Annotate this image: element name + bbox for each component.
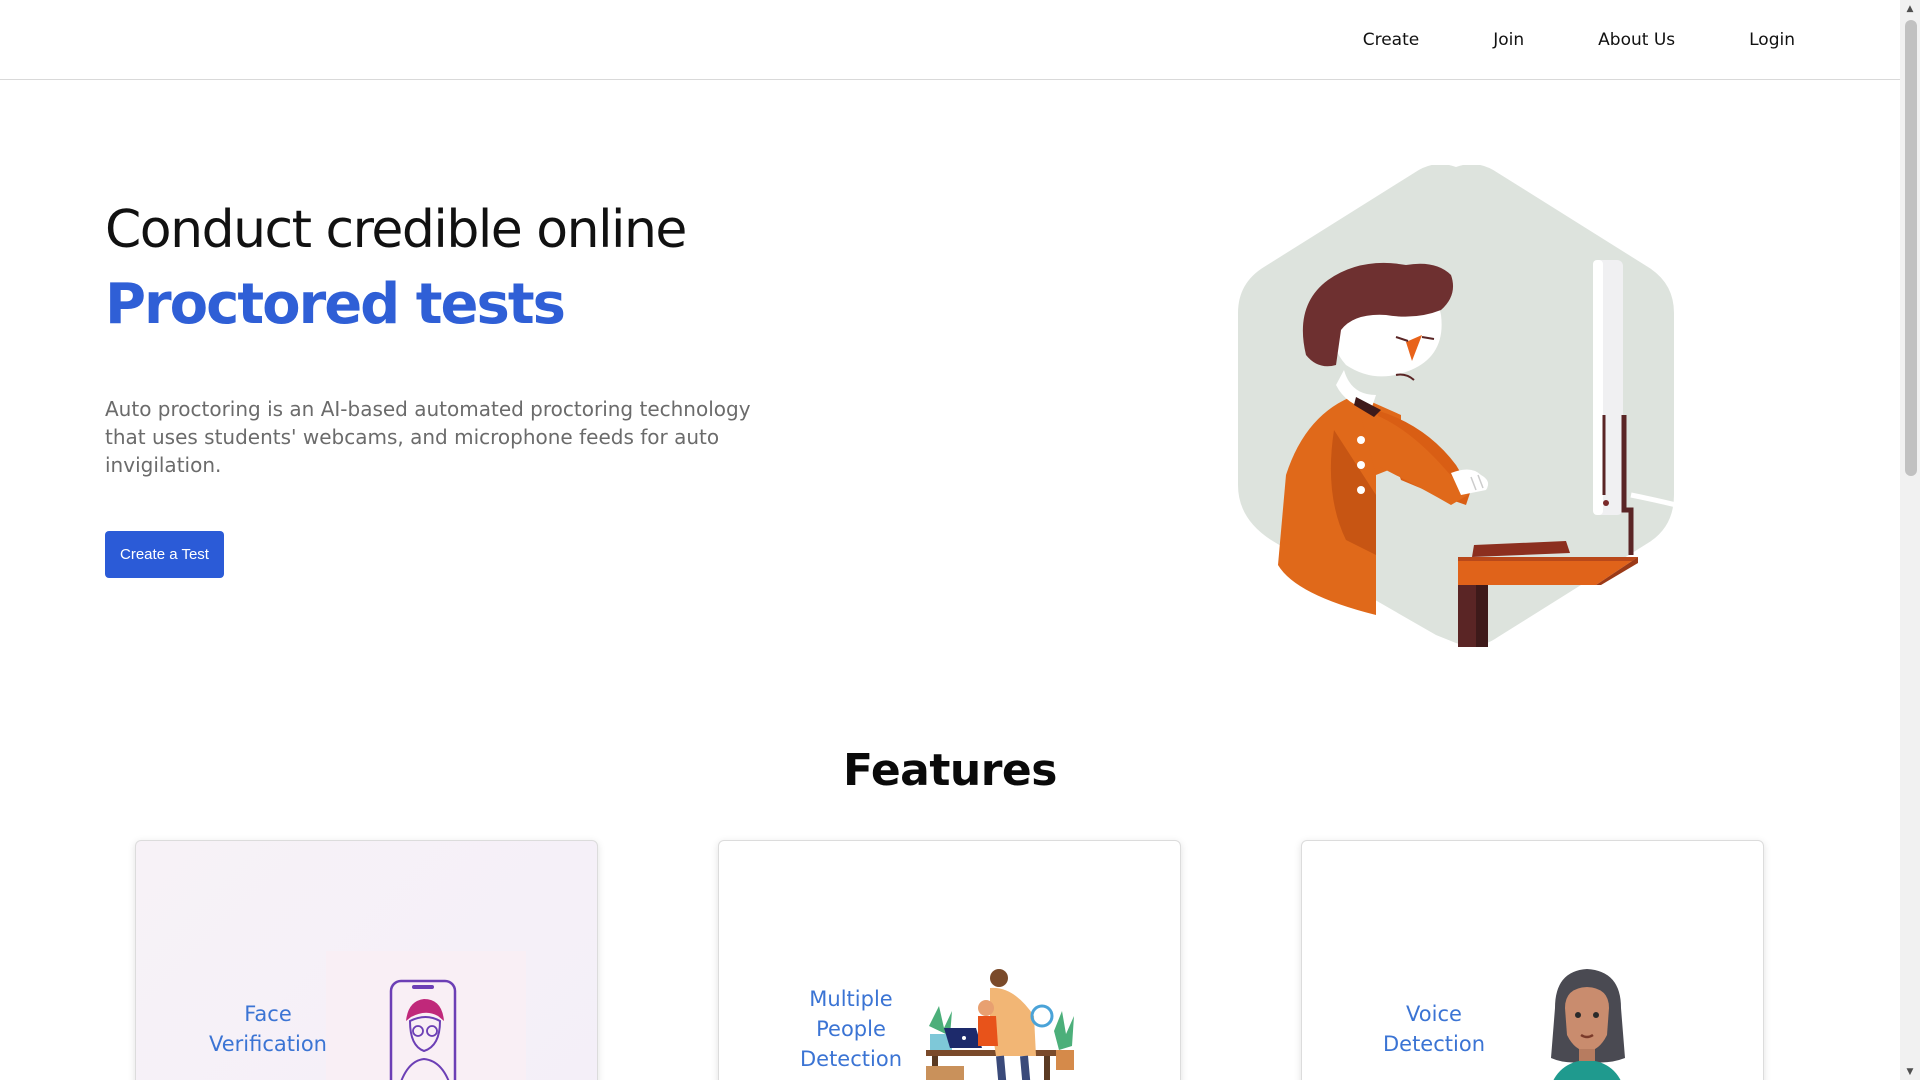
navbar: Create Join About Us Login: [0, 0, 1900, 80]
nav-links: Create Join About Us Login: [1289, 0, 1795, 80]
feature-card-voice-detection[interactable]: Voice Detection: [1301, 840, 1764, 1080]
card-label-line: Detection: [1382, 1032, 1486, 1056]
card-label-line: Voice: [1406, 1002, 1462, 1026]
multiple-people-illustration: [926, 969, 1074, 1080]
feature-card-label: Face Verification: [198, 999, 338, 1059]
nav-link-about-us[interactable]: About Us: [1598, 30, 1675, 50]
face-verification-illustration: [326, 951, 526, 1080]
card-label-line: Detection: [799, 1047, 903, 1071]
scroll-thumb[interactable]: [1905, 20, 1917, 476]
nav-link-login[interactable]: Login: [1749, 30, 1795, 50]
desk: [926, 1050, 1056, 1056]
vertical-scrollbar[interactable]: ▲ ▼: [1900, 0, 1920, 1080]
feature-card-label: Voice Detection: [1364, 999, 1504, 1059]
desk: [1458, 557, 1638, 585]
card-label-line: People: [816, 1017, 886, 1041]
feature-card-label: Multiple People Detection: [781, 984, 921, 1074]
card-label-line: Face: [244, 1002, 292, 1026]
card-label-line: Verification: [209, 1032, 327, 1056]
scroll-down-arrow-icon[interactable]: ▼: [1900, 1063, 1920, 1080]
card-label-line: Multiple: [809, 987, 893, 1011]
feature-card-face-verification[interactable]: Face Verification: [135, 840, 598, 1080]
nav-link-join[interactable]: Join: [1493, 30, 1524, 50]
nav-link-create[interactable]: Create: [1363, 30, 1420, 50]
voice-detection-illustration: [1551, 969, 1625, 1080]
hero-accent-title: Proctored tests: [105, 272, 566, 337]
hero-description: Auto proctoring is an AI-based automated…: [105, 397, 751, 477]
features-title: Features: [843, 745, 1057, 796]
scroll-up-arrow-icon[interactable]: ▲: [1900, 0, 1920, 17]
hero-illustration: [1238, 165, 1676, 647]
feature-card-multiple-people-detection[interactable]: Multiple People Detection: [718, 840, 1181, 1080]
create-test-button[interactable]: Create a Test: [105, 531, 224, 578]
hero-title: Conduct credible online: [105, 200, 687, 260]
